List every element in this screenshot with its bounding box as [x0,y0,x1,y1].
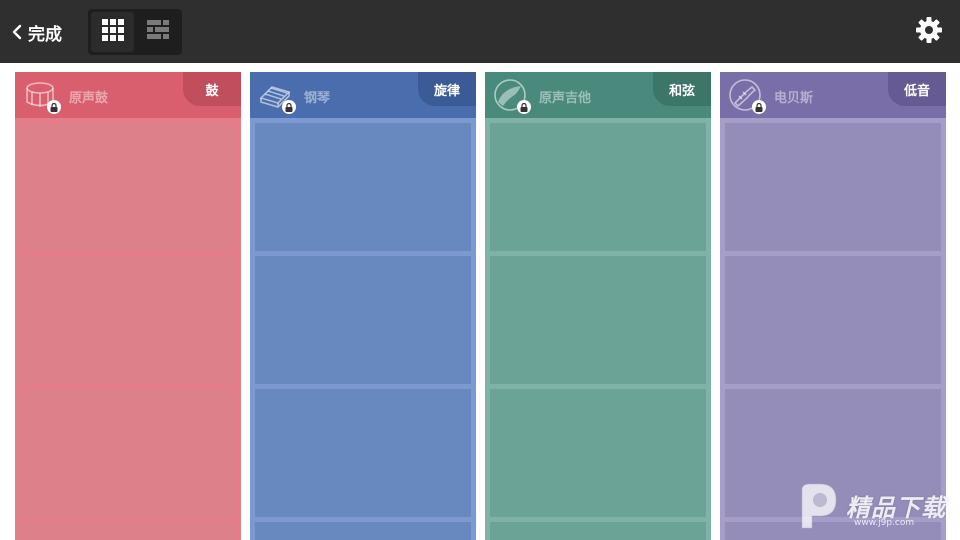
category-tag: 低音 [888,72,946,106]
list-view-button[interactable] [136,12,179,52]
done-label: 完成 [28,24,62,45]
grid-view-button[interactable] [91,12,134,52]
loop-slot[interactable] [20,123,236,251]
instrument-name: 原声吉他 [539,91,592,106]
lock-icon [517,100,531,114]
list-icon [146,20,169,44]
loop-slot[interactable] [20,522,236,540]
category-tag: 和弦 [653,72,711,106]
settings-button[interactable] [912,15,946,49]
lock-icon [752,100,766,114]
slot-list [485,118,711,540]
category-tag: 鼓 [183,72,241,106]
loop-slot[interactable] [20,256,236,384]
chevron-left-icon [12,24,22,40]
lock-icon [282,100,296,114]
instrument-name: 钢琴 [304,91,331,106]
watermark: 精品下载 www.j9p.com [792,478,960,540]
instrument-column-drums: 原声鼓 鼓 [15,72,241,540]
column-header[interactable]: 原声鼓 鼓 [15,72,241,118]
lock-icon [47,100,61,114]
slot-list [250,118,476,540]
loop-slot[interactable] [490,256,706,384]
watermark-url: www.j9p.com [854,518,915,528]
loop-slot[interactable] [20,389,236,517]
loop-slot[interactable] [255,256,471,384]
column-header[interactable]: 原声吉他 和弦 [485,72,711,118]
instrument-column-guitar: 原声吉他 和弦 [485,72,711,540]
loop-slot[interactable] [255,389,471,517]
slot-list [15,118,241,540]
gear-icon [915,16,943,48]
loop-slot[interactable] [490,389,706,517]
done-button[interactable]: 完成 [12,16,62,48]
loop-slot[interactable] [725,123,941,251]
column-header[interactable]: 电贝斯 低音 [720,72,946,118]
slot-list [720,118,946,540]
instrument-column-bass: 电贝斯 低音 [720,72,946,540]
loop-slot[interactable] [490,522,706,540]
loop-slot[interactable] [255,522,471,540]
loop-slot[interactable] [490,123,706,251]
instrument-column-piano: 钢琴 旋律 [250,72,476,540]
loop-slot[interactable] [255,123,471,251]
p-logo-icon [792,480,840,532]
view-mode-toggle [88,9,182,55]
category-tag: 旋律 [418,72,476,106]
instrument-name: 电贝斯 [774,91,814,106]
grid-icon [101,19,124,45]
column-header[interactable]: 钢琴 旋律 [250,72,476,118]
top-toolbar: 完成 [0,0,960,63]
instrument-name: 原声鼓 [69,91,109,106]
loop-slot[interactable] [725,256,941,384]
